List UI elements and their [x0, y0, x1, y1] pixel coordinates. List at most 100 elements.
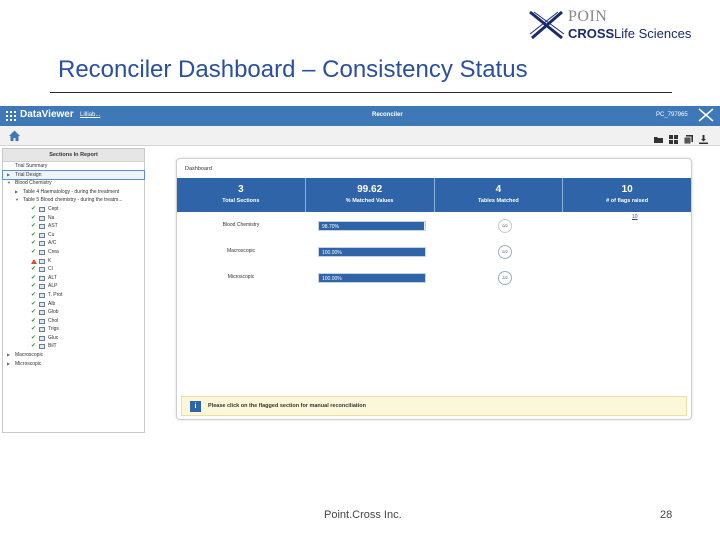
- dashboard-title: Dashboard: [185, 166, 212, 172]
- sidebar-item-label: Trial Design: [15, 171, 42, 178]
- section-name[interactable]: Macroscopic: [177, 248, 305, 254]
- grid-view-icon[interactable]: [669, 131, 678, 144]
- warning-icon: [31, 258, 37, 264]
- toolbar-actions: [654, 131, 708, 145]
- sidebar-item-table-4-haematology-during-the-treatment[interactable]: ▶ Table 4 Haematology - during the treatm…: [3, 188, 144, 197]
- sidebar-item-label: Cept: [48, 205, 59, 212]
- download-icon[interactable]: [699, 131, 708, 144]
- table-icon: [39, 318, 45, 324]
- sidebar-item-microscopic[interactable]: ▶ Microscopic: [3, 360, 144, 369]
- sidebar-item-alt[interactable]: ✔ ALT: [3, 274, 144, 283]
- check-icon: ✔: [31, 317, 37, 324]
- sidebar-item-label: ALP: [48, 283, 58, 290]
- footer-company: Point.Cross Inc.: [324, 509, 402, 521]
- caret-right-icon[interactable]: ▶: [15, 188, 18, 197]
- sidebar-item-label: Gluc: [48, 334, 59, 341]
- sidebar-item-glob[interactable]: ✔ Glob: [3, 308, 144, 317]
- table-icon: [39, 232, 45, 238]
- section-row-microscopic[interactable]: Microscopic 100.00% 2/2: [177, 271, 691, 285]
- stat-value: 3: [238, 184, 244, 195]
- folder-open-icon[interactable]: [654, 131, 663, 143]
- sidebar-item-label: Crea: [48, 248, 59, 255]
- study-link[interactable]: Lilliab...: [80, 112, 100, 118]
- match-percent-label: 100.00%: [322, 276, 342, 282]
- check-icon: ✔: [31, 240, 37, 247]
- table-icon: [39, 310, 45, 316]
- app-launcher-icon[interactable]: [6, 111, 16, 121]
- table-icon: [39, 258, 45, 264]
- sidebar-item-cu[interactable]: ✔ Cu: [3, 231, 144, 240]
- sidebar-item-macroscopic[interactable]: ▶ Macroscopic: [3, 351, 144, 360]
- sidebar-item-chol[interactable]: ✔ Chol: [3, 317, 144, 326]
- sidebar-item-label: K: [48, 257, 52, 264]
- caret-right-icon[interactable]: ▶: [7, 360, 10, 369]
- table-icon: [39, 301, 45, 307]
- section-name[interactable]: Microscopic: [177, 274, 305, 280]
- check-icon: ✔: [31, 326, 37, 333]
- flags-count-link[interactable]: 10: [632, 214, 638, 220]
- check-icon: ✔: [31, 266, 37, 273]
- check-icon: ✔: [31, 283, 37, 290]
- sidebar-item-trigs[interactable]: ✔ Trigs: [3, 325, 144, 334]
- section-name[interactable]: Blood Chemistry: [177, 222, 305, 228]
- stat-value: 99.62: [357, 184, 383, 195]
- check-icon: ✔: [31, 248, 37, 255]
- caret-down-icon[interactable]: ▼: [15, 196, 19, 205]
- table-icon: [39, 267, 45, 273]
- info-icon: i: [190, 401, 201, 412]
- caret-right-icon[interactable]: ▶: [7, 171, 10, 180]
- summary-stats: 3 Total Sections 99.62 % Matched Values …: [177, 178, 691, 212]
- sidebar-item-alb[interactable]: ✔ Alb: [3, 300, 144, 309]
- sidebar-item-bilt[interactable]: ✔ BilT: [3, 342, 144, 351]
- sidebar-item-label: Cl: [48, 266, 53, 273]
- sidebar-item-ast[interactable]: ✔ AST: [3, 222, 144, 231]
- stat-value: 4: [495, 184, 502, 195]
- sidebar-item-label: Chol: [48, 317, 59, 324]
- sidebar-item-label: Glob: [48, 309, 59, 316]
- table-icon: [39, 249, 45, 255]
- tables-matched-ring: 2/2: [498, 245, 512, 259]
- caret-right-icon[interactable]: ▶: [7, 351, 10, 360]
- sidebar-item-na[interactable]: ✔ Na: [3, 214, 144, 223]
- check-icon: ✔: [31, 309, 37, 316]
- sidebar-item-label: Macroscopic: [15, 352, 44, 359]
- sidebar-item-cl[interactable]: ✔ Cl: [3, 265, 144, 274]
- table-icon: [39, 206, 45, 212]
- sidebar-item-label: Na: [48, 214, 55, 221]
- stat-caption: Total Sections: [222, 198, 260, 204]
- section-row-blood-chemistry[interactable]: Blood Chemistry 98.70% 0/2 10: [177, 214, 691, 233]
- sidebar-item-a-c[interactable]: ✔ A/C: [3, 239, 144, 248]
- copy-icon[interactable]: [683, 131, 693, 145]
- table-icon: [39, 224, 45, 230]
- sections-sidebar: Sections In Report Trial Summary ▶ Trial D…: [2, 148, 145, 433]
- table-icon: [39, 241, 45, 247]
- sidebar-item-label: Trigs: [48, 326, 59, 333]
- toolbar: [0, 126, 720, 146]
- logo-text-life-sciences: Life Sciences: [614, 26, 692, 41]
- sidebar-item-trial-design[interactable]: ▶ Trial Design: [2, 169, 145, 181]
- sidebar-item-label: AST: [48, 223, 58, 230]
- tables-matched-ring: 2/2: [498, 271, 512, 285]
- table-icon: [39, 215, 45, 221]
- sidebar-item-label: Table 4 Haematology - during the treatme…: [23, 188, 120, 195]
- sidebar-item-table-5-blood-chemistry-during-the-treatm[interactable]: ▼ Table 5 Blood chemistry - during the tr…: [3, 196, 144, 205]
- match-percent-label: 98.70%: [322, 224, 339, 230]
- sidebar-item-blood-chemistry[interactable]: ▼ Blood Chemistry: [3, 179, 144, 188]
- section-row-macroscopic[interactable]: Macroscopic 100.00% 2/2: [177, 245, 691, 259]
- sidebar-title: Sections In Report: [3, 149, 144, 162]
- check-icon: ✔: [31, 343, 37, 350]
- home-icon[interactable]: [8, 129, 21, 142]
- caret-down-icon[interactable]: ▼: [7, 179, 11, 188]
- sidebar-item-label: Blood Chemistry: [15, 180, 52, 187]
- sidebar-item-label: ALT: [48, 274, 57, 281]
- check-icon: ✔: [31, 291, 37, 298]
- sidebar-item-crea[interactable]: ✔ Crea: [3, 248, 144, 257]
- sidebar-item-trial-summary[interactable]: Trial Summary: [3, 162, 144, 171]
- sidebar-item-gluc[interactable]: ✔ Gluc: [3, 334, 144, 343]
- sidebar-item-k[interactable]: K: [3, 257, 144, 266]
- user-id[interactable]: PC_797965: [656, 112, 688, 118]
- sidebar-item-alp[interactable]: ✔ ALP: [3, 282, 144, 291]
- sidebar-item-t-prot[interactable]: ✔ T. Prot: [3, 291, 144, 300]
- sidebar-item-cept[interactable]: ✔ Cept: [3, 205, 144, 214]
- pointcross-mini-icon: [698, 108, 714, 122]
